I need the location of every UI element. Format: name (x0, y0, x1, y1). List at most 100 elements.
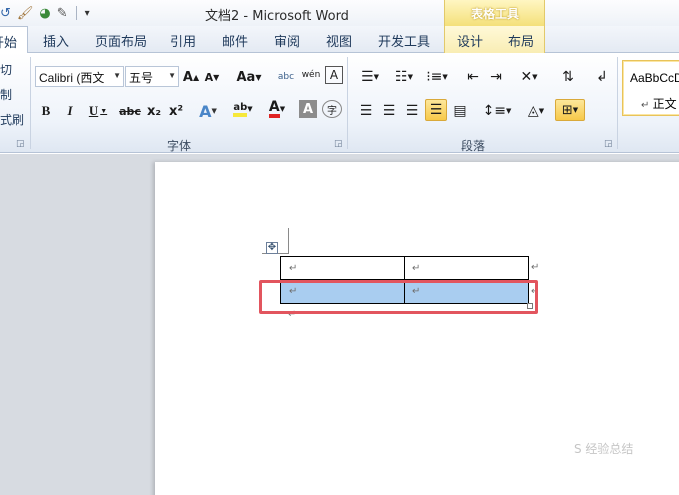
tab-review[interactable]: 审阅 (274, 31, 300, 50)
group-separator (30, 57, 31, 149)
font-name-combo[interactable]: Calibri (西文 ▼ (35, 66, 124, 87)
sort-icon: ⇅ (562, 69, 574, 85)
superscript-icon: x² (168, 103, 184, 119)
ribbon-tabs: 开始 插入 页面布局 引用 邮件 审阅 视图 开发工具 设计 布局 (0, 26, 679, 54)
phonetic-guide-button[interactable]: wén (301, 64, 321, 86)
font-color-icon: A (268, 100, 280, 118)
shrink-font-button[interactable]: A ▼ (204, 66, 220, 88)
align-left-button[interactable]: ☰ (356, 100, 376, 122)
decrease-indent-icon: ⇤ (467, 69, 479, 85)
title-bar: ↺ 🖌 ◕ ✎ ▾ 文档2 - Microsoft Word 表格工具 (0, 0, 679, 26)
strikethrough-draw-icon[interactable]: ✎ (57, 6, 68, 21)
sort-button[interactable]: ⇅ (557, 66, 579, 88)
format-painter-icon[interactable]: 🖌 (17, 6, 34, 21)
character-border-button[interactable]: A (325, 66, 343, 84)
margin-marker (288, 228, 289, 254)
change-case-icon: Aa (236, 69, 256, 85)
highlighter-icon: ab (233, 102, 248, 117)
numbering-button[interactable]: ☷ ▼ (390, 66, 418, 88)
font-size-combo[interactable]: 五号 ▼ (125, 66, 179, 87)
cut-button[interactable]: 切 (0, 61, 12, 78)
decrease-indent-button[interactable]: ⇤ (463, 66, 483, 88)
enclose-characters-button[interactable]: 字 (322, 100, 342, 118)
align-right-button[interactable]: ☰ (402, 100, 422, 122)
superscript-button[interactable]: x² (167, 100, 185, 122)
chevron-down-icon: ▼ (168, 71, 176, 80)
borders-icon: ⊞ (561, 102, 573, 118)
clipboard-launcher-icon[interactable]: ◲ (16, 139, 25, 149)
paragraph-group-label: 段落 (461, 139, 486, 153)
subscript-button[interactable]: x₂ (145, 100, 163, 122)
style-name-label: ↵ 正文 (641, 97, 677, 111)
style-normal-tile[interactable]: AaBbCcD ↵ 正文 (622, 60, 679, 116)
cell-end-mark: ↵ (289, 263, 298, 274)
bullets-icon: ☰ (361, 69, 374, 85)
increase-indent-button[interactable]: ⇥ (486, 66, 506, 88)
copy-button[interactable]: 制 (0, 86, 12, 103)
quick-access-toolbar: ↺ 🖌 ◕ ✎ ▾ (0, 3, 90, 23)
paragraph-launcher-icon[interactable]: ◲ (604, 139, 613, 149)
underline-button[interactable]: U ▼ (86, 100, 110, 122)
color-circle-icon[interactable]: ◕ (39, 6, 50, 21)
qat-separator (75, 6, 77, 20)
bold-icon: B (41, 103, 51, 118)
line-spacing-icon: ↕≡ (482, 103, 507, 119)
font-color-button[interactable]: A ▼ (263, 98, 291, 120)
chevron-down-icon: ▼ (113, 71, 121, 80)
multilevel-list-button[interactable]: ⁝≡ ▼ (423, 66, 451, 88)
justify-icon: ☰ (429, 102, 443, 118)
chinese-layout-button[interactable]: ✕ ▼ (515, 66, 543, 88)
align-center-button[interactable]: ☰ (379, 100, 399, 122)
distributed-button[interactable]: ▤ (450, 100, 470, 122)
clear-format-button[interactable]: abc (276, 66, 296, 88)
style-sample-text: AaBbCcD (630, 71, 679, 85)
qat-dropdown-icon[interactable]: ▾ (85, 8, 90, 19)
character-border-icon: A (329, 68, 339, 82)
tab-developer[interactable]: 开发工具 (378, 31, 430, 50)
format-painter-button[interactable]: 式刷 (0, 111, 24, 128)
change-case-button[interactable]: Aa ▼ (236, 66, 262, 88)
window-title: 文档2 - Microsoft Word (205, 9, 349, 24)
shrink-font-icon: A (204, 70, 214, 84)
annotation-highlight-box (259, 280, 538, 314)
grow-font-button[interactable]: A ▲ (183, 66, 199, 88)
justify-button[interactable]: ☰ (425, 99, 447, 121)
table-move-handle-icon[interactable]: ✥ (266, 242, 278, 254)
strikethrough-icon: abc (119, 104, 141, 118)
row-end-mark: ↵ (531, 262, 540, 273)
cell-end-mark: ↵ (412, 263, 421, 274)
tab-home[interactable]: 开始 (0, 26, 29, 54)
borders-button[interactable]: ⊞ ▼ (555, 99, 585, 121)
underline-icon: U (88, 103, 99, 118)
text-effects-button[interactable]: A ▼ (198, 100, 218, 122)
ribbon: 切 制 式刷 ◲ Calibri (西文 ▼ 五号 ▼ A ▲ A ▼ Aa ▼ ab… (0, 53, 679, 153)
pilcrow-icon: ↲ (596, 69, 608, 85)
word-logo-icon[interactable]: ↺ (0, 6, 11, 21)
tab-references[interactable]: 引用 (170, 31, 196, 50)
tab-layout[interactable]: 布局 (508, 31, 534, 50)
numbering-icon: ☷ (395, 69, 408, 85)
phonetic-guide-icon: wén (301, 70, 321, 80)
group-separator (617, 57, 618, 149)
character-shading-button[interactable]: A (299, 100, 317, 118)
bullets-button[interactable]: ☰ ▼ (356, 66, 384, 88)
tab-insert[interactable]: 插入 (43, 31, 69, 50)
italic-button[interactable]: I (62, 100, 78, 122)
highlight-button[interactable]: ab ▼ (229, 98, 257, 120)
align-right-icon: ☰ (405, 103, 419, 119)
tab-mailings[interactable]: 邮件 (222, 31, 248, 50)
tab-design[interactable]: 设计 (457, 31, 483, 50)
character-shading-icon: A (302, 101, 314, 117)
shading-button[interactable]: ◬ ▼ (522, 100, 550, 122)
tab-page-layout[interactable]: 页面布局 (95, 31, 147, 50)
group-separator (347, 57, 348, 149)
font-launcher-icon[interactable]: ◲ (334, 139, 343, 149)
tab-view[interactable]: 视图 (326, 31, 352, 50)
line-spacing-button[interactable]: ↕≡ ▼ (482, 100, 512, 122)
strikethrough-button[interactable]: abc (119, 100, 141, 122)
subscript-icon: x₂ (146, 103, 162, 119)
bold-button[interactable]: B (38, 100, 54, 122)
table-tools-context: 表格工具 (444, 0, 545, 26)
clear-format-icon: abc (277, 72, 295, 82)
show-marks-button[interactable]: ↲ (593, 66, 611, 88)
